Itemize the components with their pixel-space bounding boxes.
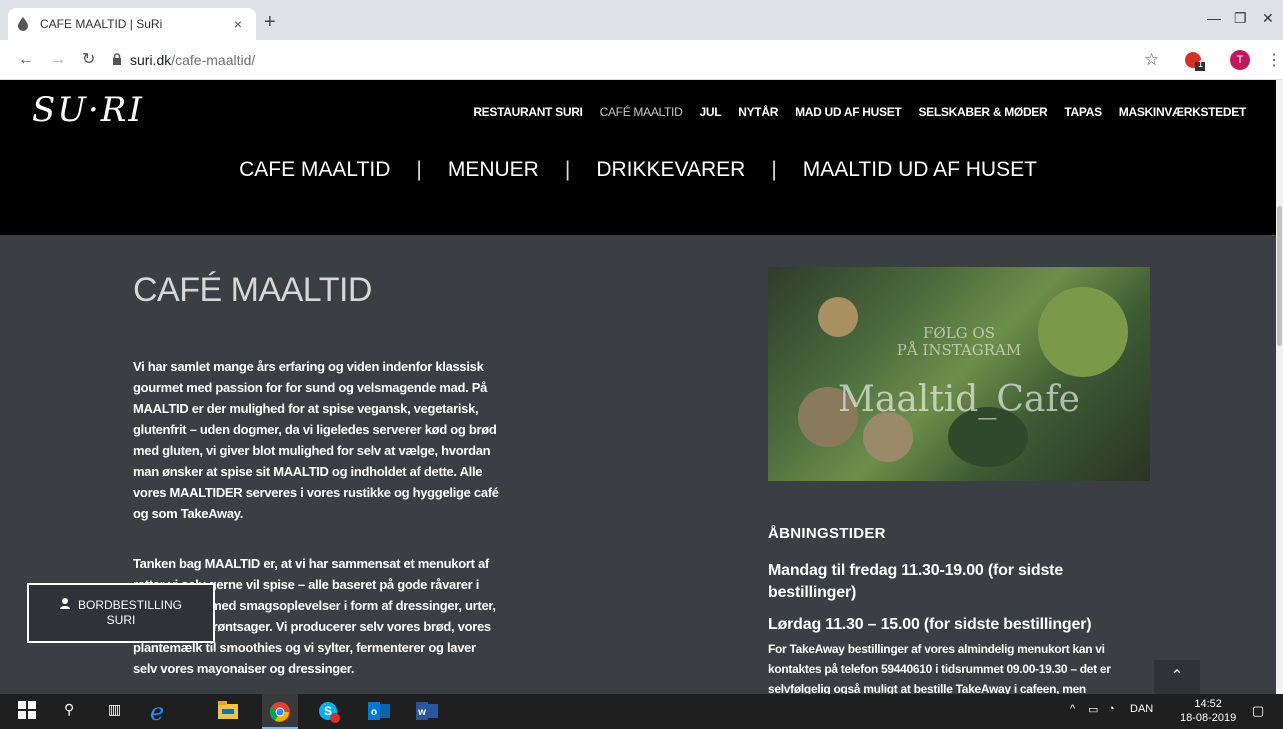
booking-label: BORDBESTILLING xyxy=(77,598,183,612)
intro-paragraph: Vi har samlet mange års erfaring og vide… xyxy=(133,359,499,521)
sub-nav: CAFE MAALTID | MENUER | DRIKKEVARER | MA… xyxy=(0,158,1276,182)
instagram-follow-text: FØLG OS PÅ INSTAGRAM xyxy=(896,324,1022,359)
page-scrollbar[interactable] xyxy=(1276,80,1283,694)
file-explorer-icon[interactable] xyxy=(218,701,240,723)
back-icon[interactable]: ← xyxy=(18,50,34,70)
tab-close-icon[interactable]: × xyxy=(230,16,246,32)
wifi-icon[interactable]: ◔ xyxy=(1108,703,1115,715)
hours-saturday: Lørdag 11.30 – 15.00 (for sidste bestill… xyxy=(768,616,1092,633)
instagram-brand-text: Maaltid_Cafe xyxy=(838,379,1080,420)
profile-avatar[interactable]: T xyxy=(1230,50,1250,70)
lock-icon xyxy=(112,52,122,68)
drop-favicon-icon xyxy=(18,17,30,31)
takeaway-info: For TakeAway bestillinger af vores almin… xyxy=(768,642,1111,696)
instagram-banner[interactable]: FØLG OS PÅ INSTAGRAM Maaltid_Cafe xyxy=(768,267,1150,481)
browser-tab-bar: CAFE MAALTID | SuRi × + — ❐ ✕ xyxy=(0,0,1283,40)
search-icon[interactable]: ⚲ xyxy=(64,701,86,723)
subnav-separator: | xyxy=(771,158,777,181)
opening-hours-title: ÅBNINGSTIDER xyxy=(768,525,886,542)
subnav-drikkevarer[interactable]: DRIKKEVARER xyxy=(596,158,745,182)
main-nav: RESTAURANT SURI CAFÉ MAALTID JUL NYTÅR M… xyxy=(473,105,1246,119)
word-icon[interactable]: w xyxy=(416,701,438,723)
table-booking-button[interactable]: BORDBESTILLING SURI xyxy=(27,583,215,643)
chrome-taskbar-icon[interactable] xyxy=(262,694,298,729)
forward-icon[interactable]: → xyxy=(50,50,66,70)
language-indicator[interactable]: DAN xyxy=(1130,703,1153,715)
edge-browser-icon[interactable]: e xyxy=(150,700,172,724)
subnav-menuer[interactable]: MENUER xyxy=(448,158,539,182)
extension-icon[interactable]: 1 xyxy=(1184,50,1205,71)
battery-icon[interactable]: ▭ xyxy=(1088,703,1098,716)
notifications-icon[interactable]: ▢ xyxy=(1252,703,1264,719)
browser-toolbar: ← → ↻ suri.dk/cafe-maaltid/ ☆ 1 T ⋮ xyxy=(0,40,1283,80)
reload-icon[interactable]: ↻ xyxy=(82,50,95,70)
svg-text:o: o xyxy=(371,707,377,718)
nav-item-nytaar[interactable]: NYTÅR xyxy=(738,105,778,119)
subnav-separator: | xyxy=(416,158,422,181)
svg-text:w: w xyxy=(417,707,426,718)
page-title: CAFÉ MAALTID xyxy=(133,271,372,309)
task-view-icon[interactable]: ▥ xyxy=(108,701,130,723)
skype-icon[interactable]: S xyxy=(318,701,340,723)
nav-item-jul[interactable]: JUL xyxy=(699,105,721,119)
scroll-to-top-button[interactable]: ⌃ xyxy=(1154,660,1200,694)
hours-weekday: Mandag til fredag 11.30-19.00 (for sidst… xyxy=(768,562,1064,601)
nav-item-maskinvaerkstedet[interactable]: MASKINVÆRKSTEDET xyxy=(1119,105,1247,119)
nav-item-mad-ud-af-huset[interactable]: MAD UD AF HUSET xyxy=(795,105,902,119)
address-bar[interactable]: suri.dk/cafe-maaltid/ xyxy=(112,46,1132,74)
browser-tab[interactable]: CAFE MAALTID | SuRi × xyxy=(8,8,256,40)
nav-item-cafe-maaltid[interactable]: CAFÉ MAALTID xyxy=(600,105,683,119)
booking-sublabel: SURI xyxy=(106,613,136,627)
subnav-cafe-maaltid[interactable]: CAFE MAALTID xyxy=(239,158,390,182)
bookmark-star-icon[interactable]: ☆ xyxy=(1144,50,1164,70)
subnav-maaltid-ud-af-huset[interactable]: MAALTID UD AF HUSET xyxy=(803,158,1037,182)
nav-item-selskaber-moeder[interactable]: SELSKABER & MØDER xyxy=(918,105,1047,119)
window-close-icon[interactable]: ✕ xyxy=(1262,10,1274,27)
extension-badge: 1 xyxy=(1198,59,1204,69)
windows-taskbar: ⚲ ▥ e S o w ^ ▭ ◔ DAN 14:52 18-08-2019 ▢ xyxy=(0,694,1283,729)
outlook-icon[interactable]: o xyxy=(368,701,390,723)
new-tab-icon[interactable]: + xyxy=(264,12,276,32)
windows-start-icon[interactable] xyxy=(18,701,40,723)
site-logo[interactable]: SU·RI xyxy=(32,90,144,130)
menu-icon[interactable]: ⋮ xyxy=(1266,50,1283,70)
scrollbar-thumb[interactable] xyxy=(1277,206,1282,346)
subnav-separator: | xyxy=(564,158,571,181)
url-text: suri.dk/cafe-maaltid/ xyxy=(130,52,256,68)
minimize-icon[interactable]: — xyxy=(1207,10,1221,26)
restore-icon[interactable]: ❐ xyxy=(1234,10,1247,27)
system-clock[interactable]: 14:52 18-08-2019 xyxy=(1180,697,1236,725)
tray-chevron-icon[interactable]: ^ xyxy=(1070,703,1075,715)
nav-item-tapas[interactable]: TAPAS xyxy=(1064,105,1102,119)
site-header: SU·RI RESTAURANT SURI CAFÉ MAALTID JUL N… xyxy=(0,80,1276,235)
nav-item-restaurant-suri[interactable]: RESTAURANT SURI xyxy=(473,105,583,119)
user-icon xyxy=(59,598,70,613)
tab-title: CAFE MAALTID | SuRi xyxy=(40,17,163,31)
